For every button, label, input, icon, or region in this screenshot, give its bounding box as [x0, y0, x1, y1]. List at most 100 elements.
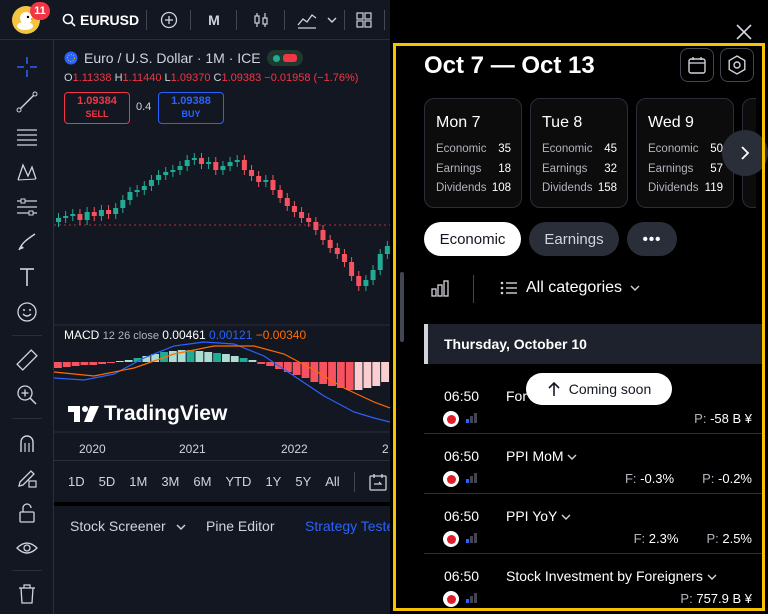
range-all[interactable]: All — [325, 474, 339, 489]
date-range-bar: 1D 5D 1M 3M 6M YTD 1Y 5Y All — [54, 460, 390, 502]
candle — [84, 212, 90, 220]
indicators-dropdown-button[interactable] — [324, 0, 340, 40]
coming-soon-toast[interactable]: Coming soon — [526, 373, 672, 405]
macd-histogram-bar — [239, 358, 248, 362]
range-6m[interactable]: 6M — [193, 474, 211, 489]
more-filters-button[interactable]: ••• — [627, 222, 677, 256]
forecast-tool[interactable] — [13, 193, 41, 221]
zoom-in-icon — [17, 385, 37, 405]
indicators-button[interactable] — [294, 0, 320, 40]
select-date-button[interactable] — [680, 48, 714, 82]
magnet-tool[interactable] — [13, 429, 41, 457]
range-5d[interactable]: 5D — [99, 474, 116, 489]
trend-line-icon — [16, 91, 38, 113]
macd-histogram-bar — [230, 356, 239, 362]
brush-tool[interactable] — [13, 228, 41, 256]
candle — [98, 210, 104, 216]
event-prior: P: -0.2% — [702, 471, 752, 486]
tab-stock-screener[interactable]: Stock Screener — [70, 518, 186, 534]
compare-symbol-button[interactable] — [156, 0, 182, 40]
remove-drawings-tool[interactable] — [13, 580, 41, 608]
bar-chart-icon — [431, 280, 449, 297]
event-row[interactable]: 06:50 Stock Investment by Foreigners P: … — [424, 556, 762, 614]
range-5y[interactable]: 5Y — [295, 474, 311, 489]
go-to-date-icon[interactable] — [369, 473, 387, 491]
prior-label: P: — [706, 531, 719, 546]
range-1m[interactable]: 1M — [129, 474, 147, 489]
trash-icon — [19, 584, 35, 604]
chart-type-button[interactable] — [248, 0, 274, 40]
chevron-down-icon — [327, 17, 337, 23]
day-card-dividends: Dividends 119 — [648, 182, 723, 194]
text-tool[interactable] — [13, 263, 41, 291]
economic-label: Economic — [542, 143, 593, 155]
day-card-tue[interactable]: Tue 8 Economic 45 Earnings 32 Dividends 158 — [530, 98, 628, 208]
chevron-down-icon[interactable] — [567, 453, 577, 461]
calendar-icon — [688, 57, 706, 74]
tab-strategy-tester[interactable]: Strategy Tester — [305, 518, 390, 534]
fib-tool[interactable] — [13, 123, 41, 151]
event-prior: P: -58 B ¥ — [694, 411, 752, 426]
price-chart[interactable]: Euro / U.S. Dollar · 1M · ICE O1.11338 H… — [54, 40, 390, 460]
macd-histogram-bar — [213, 353, 221, 362]
watermark-text: TradingView — [104, 402, 228, 425]
zoom-tool[interactable] — [13, 381, 41, 409]
japan-flag-icon — [443, 531, 459, 547]
pattern-tool[interactable] — [13, 158, 41, 186]
brush-icon — [18, 233, 36, 251]
day-card-economic: Economic 50 — [648, 143, 723, 155]
calendar-settings-button[interactable] — [720, 48, 754, 82]
interval-button[interactable]: M — [202, 0, 226, 40]
filter-economic-pill[interactable]: Economic — [424, 222, 521, 256]
importance-filter-button[interactable] — [430, 278, 452, 300]
macd-legend: MACD 12 26 close 0.00461 0.00121 −0.0034… — [64, 328, 306, 342]
range-1d[interactable]: 1D — [68, 474, 85, 489]
macd-histogram-bar — [195, 351, 204, 362]
event-row[interactable]: 06:50 PPI MoM F: -0.3% P: -0.2% — [424, 436, 762, 494]
hide-drawings-tool[interactable] — [13, 534, 41, 562]
day-card-title: Wed 9 — [648, 114, 694, 131]
trend-line-tool[interactable] — [13, 88, 41, 116]
close-panel-button[interactable] — [728, 16, 760, 48]
range-1y[interactable]: 1Y — [265, 474, 281, 489]
symbol-search-button[interactable]: EURUSD — [62, 0, 139, 40]
bottom-panel-tabs: Stock Screener Pine Editor Strategy Test… — [54, 502, 390, 614]
dividends-label: Dividends — [648, 182, 699, 194]
macd-histogram-bar — [248, 360, 257, 362]
earnings-count: 18 — [498, 163, 511, 175]
candle — [127, 192, 133, 200]
candle — [377, 254, 383, 270]
list-icon — [500, 281, 517, 295]
crosshair-tool[interactable] — [13, 53, 41, 81]
tab-pine-editor[interactable]: Pine Editor — [206, 518, 274, 534]
category-dropdown[interactable]: All categories — [500, 279, 640, 297]
chevron-down-icon[interactable] — [561, 513, 571, 521]
filter-earnings-pill[interactable]: Earnings — [529, 222, 619, 256]
next-days-button[interactable] — [722, 130, 768, 176]
event-row[interactable]: 06:50 PPI YoY F: 2.3% P: 2.5% — [424, 496, 762, 554]
forecast-label: F: — [633, 531, 646, 546]
measure-tool[interactable] — [13, 346, 41, 374]
event-forecast: F: -0.3% — [625, 471, 674, 486]
range-3m[interactable]: 3M — [161, 474, 179, 489]
range-ytd[interactable]: YTD — [225, 474, 251, 489]
stay-drawing-tool[interactable] — [13, 464, 41, 492]
macd-histogram-bar — [292, 362, 301, 375]
candle — [63, 216, 69, 218]
chevron-down-icon[interactable] — [707, 573, 717, 581]
emoji-tool[interactable] — [13, 298, 41, 326]
day-card-earnings: Earnings 32 — [542, 163, 617, 175]
day-card-mon[interactable]: Mon 7 Economic 35 Earnings 18 Dividends 108 — [424, 98, 522, 208]
search-icon — [62, 13, 76, 27]
day-section-header: Thursday, October 10 — [424, 324, 762, 364]
lock-drawings-tool[interactable] — [13, 499, 41, 527]
macd-signal-value: −0.00340 — [255, 328, 307, 342]
panel-scrollbar[interactable] — [400, 272, 404, 342]
candle — [206, 162, 212, 164]
candle — [113, 208, 119, 214]
day-card-wed[interactable]: Wed 9 Economic 50 Earnings 57 Dividends 119 — [636, 98, 734, 208]
ruler-icon — [16, 349, 38, 371]
candle — [349, 262, 355, 276]
candle — [241, 160, 247, 170]
layout-button[interactable] — [352, 0, 376, 40]
